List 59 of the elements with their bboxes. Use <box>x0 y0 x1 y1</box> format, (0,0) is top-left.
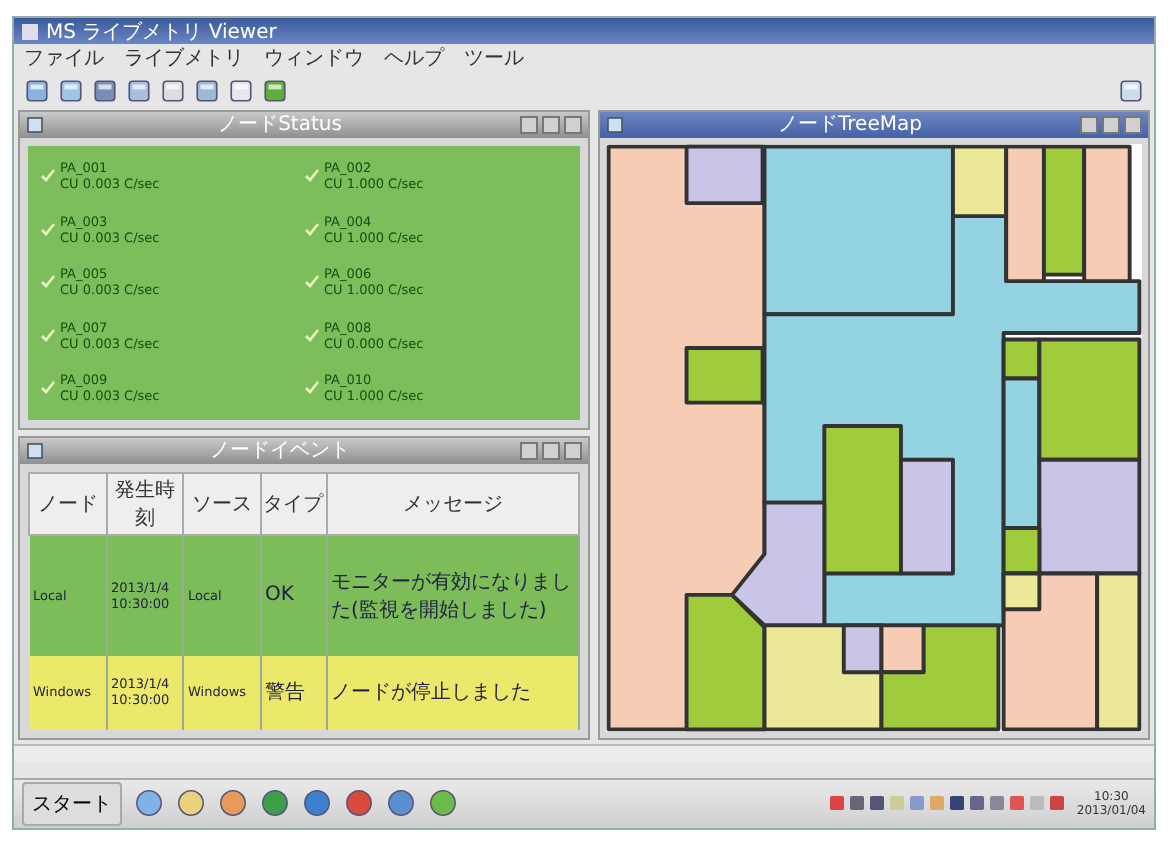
treemap-tile[interactable] <box>1082 143 1132 283</box>
menu-item[interactable]: ライブメトリ <box>124 44 244 73</box>
menu-item[interactable]: ウィンドウ <box>264 44 364 73</box>
treemap-tile[interactable] <box>951 143 1009 218</box>
column-header[interactable]: ソース <box>183 472 260 535</box>
check-icon <box>304 167 320 184</box>
start-button[interactable]: スタート <box>22 781 122 826</box>
column-header[interactable]: ノード <box>29 472 106 535</box>
treemap-tile[interactable] <box>1041 143 1087 276</box>
menu-item[interactable]: ファイル <box>24 44 104 73</box>
close-button[interactable] <box>1124 115 1142 134</box>
maximize-button[interactable] <box>542 115 560 134</box>
treemap-tile[interactable] <box>1037 457 1142 575</box>
menu-item[interactable]: ヘルプ <box>384 44 444 73</box>
treemap-tile[interactable] <box>762 143 955 316</box>
check-icon <box>304 274 320 291</box>
column-header[interactable]: メッセージ <box>326 472 579 535</box>
treemap-tile[interactable] <box>1095 570 1142 731</box>
check-icon <box>40 380 56 397</box>
panel-title: ノードTreeMap <box>776 112 924 139</box>
maximize-button[interactable] <box>1102 115 1120 134</box>
column-header[interactable]: タイプ <box>260 472 326 535</box>
menu-item[interactable]: ツール <box>464 44 524 73</box>
treemap-tile[interactable] <box>1001 336 1042 380</box>
close-button[interactable] <box>564 441 582 460</box>
treemap-tile[interactable] <box>1001 375 1042 530</box>
maximize-button[interactable] <box>542 441 560 460</box>
treemap-tile[interactable] <box>822 423 903 575</box>
treemap-tile[interactable] <box>841 622 884 674</box>
check-icon <box>304 221 320 238</box>
treemap-tile[interactable] <box>1037 336 1142 461</box>
minimize-button[interactable] <box>1080 115 1098 134</box>
table-cell: 警告 <box>265 682 305 705</box>
treemap-tile[interactable] <box>899 457 955 575</box>
minimize-button[interactable] <box>520 441 538 460</box>
treemap-tile[interactable] <box>684 345 765 404</box>
panel-title: ノードイベント <box>208 438 352 465</box>
table-cell: モニターが有効になりました(監視を開始しました) <box>331 571 571 622</box>
window-title: MS ライブメトリ Viewer <box>46 19 277 45</box>
close-button[interactable] <box>564 115 582 134</box>
table-cell: OK <box>265 584 294 607</box>
treemap-tile[interactable] <box>684 592 767 731</box>
check-icon <box>40 274 56 291</box>
table-cell: ノードが停止しました <box>331 682 531 705</box>
panel-title: ノードStatus <box>216 112 344 139</box>
horizontal-scrollbar[interactable] <box>14 743 1154 763</box>
check-icon <box>304 327 320 344</box>
treemap-tile[interactable] <box>730 500 827 627</box>
column-header[interactable]: 発生時刻 <box>106 472 183 535</box>
treemap-tile[interactable] <box>1001 570 1042 611</box>
treemap-tile[interactable] <box>879 622 926 674</box>
check-icon <box>40 167 56 184</box>
check-icon <box>40 221 56 238</box>
treemap-tile[interactable] <box>1001 525 1042 575</box>
treemap-tile[interactable] <box>1004 143 1046 283</box>
treemap-tile[interactable] <box>684 143 765 205</box>
minimize-button[interactable] <box>520 115 538 134</box>
check-icon <box>40 327 56 344</box>
check-icon <box>304 380 320 397</box>
